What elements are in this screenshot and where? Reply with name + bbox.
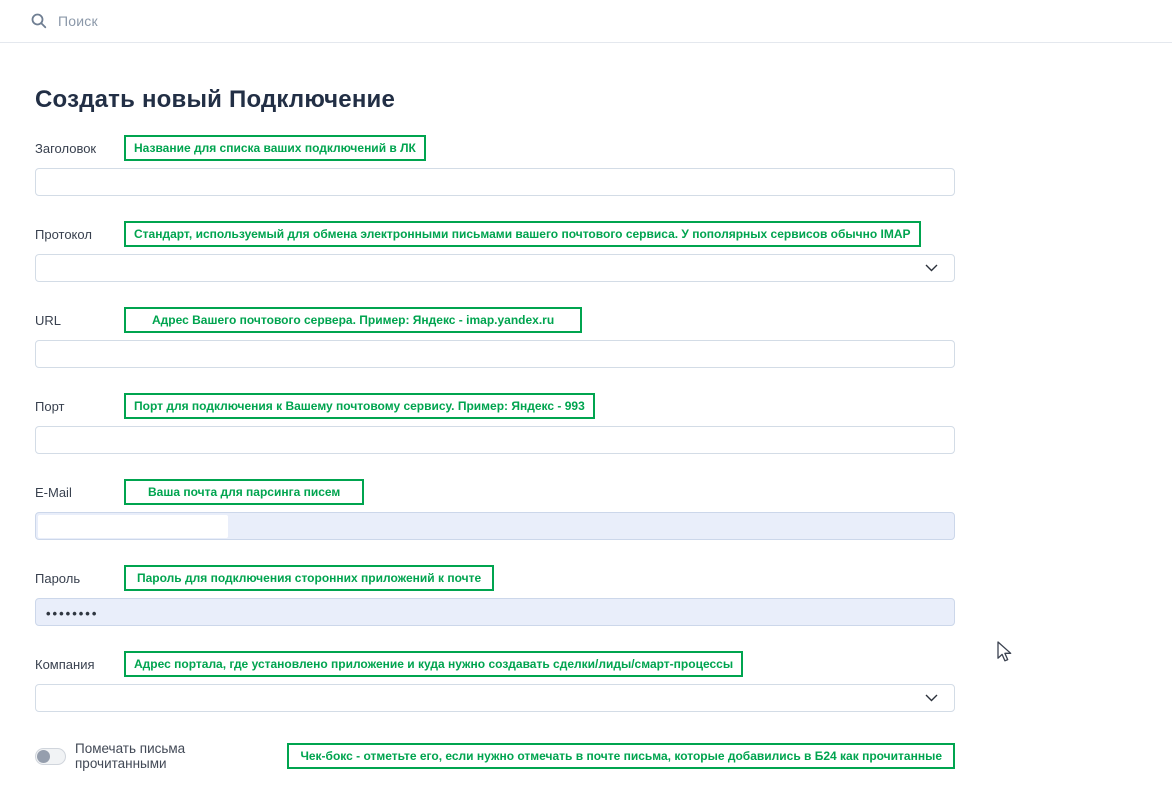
protocol-select[interactable] (35, 254, 955, 282)
redacted-email-value (38, 515, 228, 538)
url-label: URL (35, 313, 124, 328)
main-content: Создать новый Подключение Заголовок Назв… (0, 43, 1172, 771)
field-group-password: Пароль Пароль для подключения сторонних … (35, 565, 955, 626)
email-label: E-Mail (35, 485, 124, 500)
search-icon (31, 13, 47, 29)
password-hint: Пароль для подключения сторонних приложе… (124, 565, 494, 591)
page-title: Создать новый Подключение (35, 86, 1172, 114)
url-hint: Адрес Вашего почтового сервера. Пример: … (124, 307, 582, 333)
mark-read-label: Помечать письма прочитанными (75, 741, 270, 771)
port-label: Порт (35, 399, 124, 414)
company-select[interactable] (35, 684, 955, 712)
connection-form: Заголовок Название для списка ваших подк… (35, 135, 955, 771)
password-masked-value: •••••••• (46, 605, 98, 620)
protocol-hint: Стандарт, используемый для обмена электр… (124, 221, 921, 247)
chevron-down-icon (925, 264, 938, 272)
email-hint: Ваша почта для парсинга писем (124, 479, 364, 505)
protocol-label: Протокол (35, 227, 124, 242)
topbar: Поиск (0, 0, 1172, 43)
company-hint: Адрес портала, где установлено приложени… (124, 651, 743, 677)
chevron-down-icon (925, 694, 938, 702)
password-field: •••••••• (35, 598, 955, 626)
port-input[interactable] (35, 426, 955, 454)
title-input[interactable] (35, 168, 955, 196)
field-group-port: Порт Порт для подключения к Вашему почто… (35, 393, 955, 454)
mark-read-hint: Чек-бокс - отметьте его, если нужно отме… (287, 743, 955, 769)
mark-read-toggle[interactable] (35, 748, 66, 765)
password-label: Пароль (35, 571, 124, 586)
search-input[interactable]: Поиск (58, 13, 98, 29)
field-group-email: E-Mail Ваша почта для парсинга писем (35, 479, 955, 540)
title-label: Заголовок (35, 141, 124, 156)
field-group-protocol: Протокол Стандарт, используемый для обме… (35, 221, 955, 282)
port-hint: Порт для подключения к Вашему почтовому … (124, 393, 595, 419)
email-field (35, 512, 955, 540)
field-group-title: Заголовок Название для списка ваших подк… (35, 135, 955, 196)
url-input[interactable] (35, 340, 955, 368)
mark-read-row: Помечать письма прочитанными Чек-бокс - … (35, 741, 955, 771)
company-label: Компания (35, 657, 124, 672)
title-hint: Название для списка ваших подключений в … (124, 135, 426, 161)
toggle-knob (37, 750, 50, 763)
field-group-company: Компания Адрес портала, где установлено … (35, 651, 955, 712)
field-group-url: URL Адрес Вашего почтового сервера. Прим… (35, 307, 955, 368)
